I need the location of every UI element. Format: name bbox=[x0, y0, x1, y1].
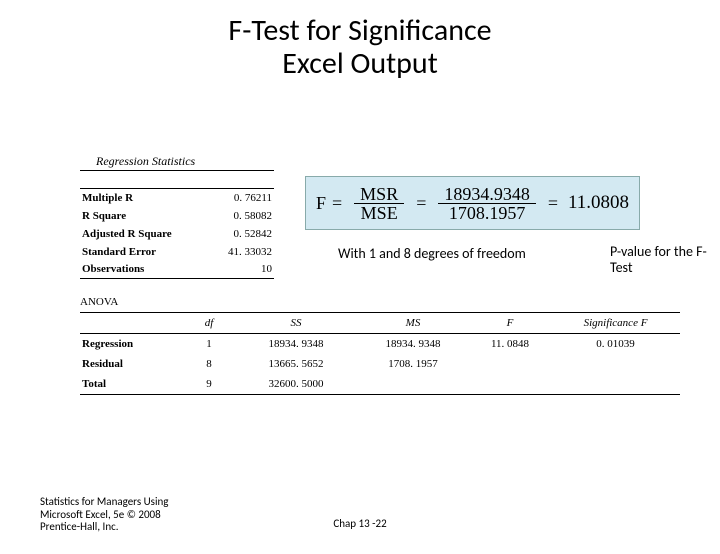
table-row: Standard Error41. 33032 bbox=[80, 243, 274, 261]
equals-icon: = bbox=[416, 193, 426, 214]
anova-label: ANOVA bbox=[80, 296, 118, 308]
table-row: Adjusted R Square0. 52842 bbox=[80, 225, 274, 243]
formula-box: F = MSR MSE = 18934.9348 1708.1957 = 11.… bbox=[305, 176, 640, 230]
fraction-msr-mse: MSR MSE bbox=[354, 185, 404, 222]
equals-icon: = bbox=[548, 193, 558, 214]
slide-title: F-Test for Significance Excel Output bbox=[0, 14, 720, 80]
table-row: Regression 1 18934. 9348 18934. 9348 11.… bbox=[80, 334, 680, 355]
equals-icon: = bbox=[332, 193, 342, 214]
fraction-values: 18934.9348 1708.1957 bbox=[438, 185, 536, 222]
table-row: Total 9 32600. 5000 bbox=[80, 374, 680, 395]
table-row: Observations10 bbox=[80, 261, 274, 279]
degrees-of-freedom-note: With 1 and 8 degrees of freedom bbox=[338, 246, 526, 262]
title-line-2: Excel Output bbox=[282, 45, 438, 82]
formula-result: 11.0808 bbox=[568, 192, 629, 214]
anova-header-row: df SS MS F Significance F bbox=[80, 313, 680, 334]
table-row: R Square0. 58082 bbox=[80, 207, 274, 225]
regression-stats-table: Multiple R0. 76211 R Square0. 58082 Adju… bbox=[80, 170, 274, 279]
table-row: Residual 8 13665. 5652 1708. 1957 bbox=[80, 354, 680, 374]
title-line-1: F-Test for Significance bbox=[228, 12, 491, 49]
table-row: Multiple R0. 76211 bbox=[80, 189, 274, 207]
pvalue-note: P-value for the F-Test bbox=[610, 244, 720, 276]
footer-chapter: Chap 13 -22 bbox=[0, 517, 720, 530]
regression-stats-header: Regression Statistics bbox=[96, 154, 195, 169]
formula-f-label: F bbox=[316, 193, 326, 214]
anova-table: df SS MS F Significance F Regression 1 1… bbox=[80, 312, 680, 395]
